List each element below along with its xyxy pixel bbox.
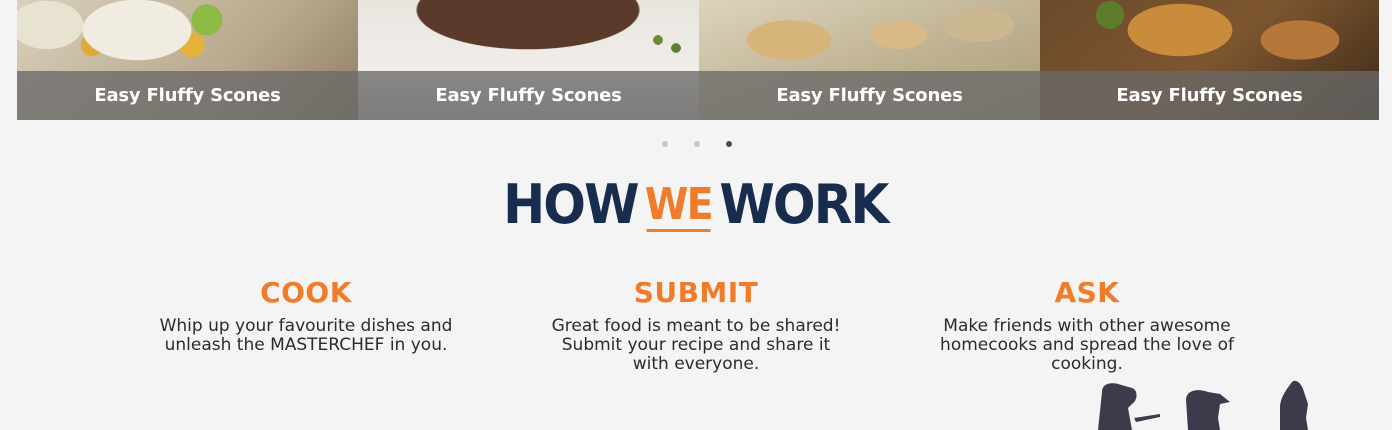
- caption-overlay: Easy Fluffy Scones: [1040, 71, 1379, 120]
- step-ask: ASK Make friends with other awesome home…: [907, 275, 1267, 374]
- slide-caption: Easy Fluffy Scones: [94, 85, 281, 106]
- carousel-dot-1[interactable]: [662, 141, 668, 147]
- carousel-slide[interactable]: Easy Fluffy Scones: [17, 0, 358, 120]
- step-title: ASK: [1054, 276, 1120, 309]
- heading-we: WE: [644, 175, 713, 235]
- chef-silhouettes-illustration: [1098, 380, 1308, 430]
- carousel-dot-3[interactable]: [726, 141, 732, 147]
- step-description: Great food is meant to be shared! Submit…: [551, 316, 841, 374]
- heading-how: HOW: [502, 173, 639, 236]
- caption-overlay: Easy Fluffy Scones: [699, 71, 1040, 120]
- step-submit: SUBMIT Great food is meant to be shared!…: [516, 275, 876, 374]
- slide-caption: Easy Fluffy Scones: [435, 85, 622, 106]
- carousel-slide[interactable]: Easy Fluffy Scones: [1040, 0, 1379, 120]
- step-description: Whip up your favourite dishes and unleas…: [159, 316, 453, 355]
- utensil-icon: [1134, 414, 1160, 422]
- carousel-slide[interactable]: Easy Fluffy Scones: [358, 0, 699, 120]
- caption-overlay: Easy Fluffy Scones: [358, 71, 699, 120]
- carousel-dot-2[interactable]: [694, 141, 700, 147]
- slide-caption: Easy Fluffy Scones: [776, 85, 963, 106]
- heading-work: WORK: [719, 173, 890, 236]
- chef-silhouette-icon: [1186, 390, 1230, 430]
- slide-caption: Easy Fluffy Scones: [1116, 85, 1303, 106]
- how-we-work-heading: HOW WE WORK: [0, 175, 1392, 235]
- step-title: COOK: [260, 276, 352, 309]
- step-description: Make friends with other awesome homecook…: [940, 316, 1234, 374]
- carousel-slide[interactable]: Easy Fluffy Scones: [699, 0, 1040, 120]
- carousel-pagination: [0, 141, 1392, 147]
- step-cook: COOK Whip up your favourite dishes and u…: [126, 275, 486, 355]
- chef-silhouette-icon: [1098, 383, 1137, 430]
- caption-overlay: Easy Fluffy Scones: [17, 71, 358, 120]
- recipe-carousel: Easy Fluffy Scones Easy Fluffy Scones Ea…: [17, 0, 1379, 120]
- chef-silhouette-icon: [1280, 380, 1308, 430]
- step-title: SUBMIT: [633, 276, 759, 309]
